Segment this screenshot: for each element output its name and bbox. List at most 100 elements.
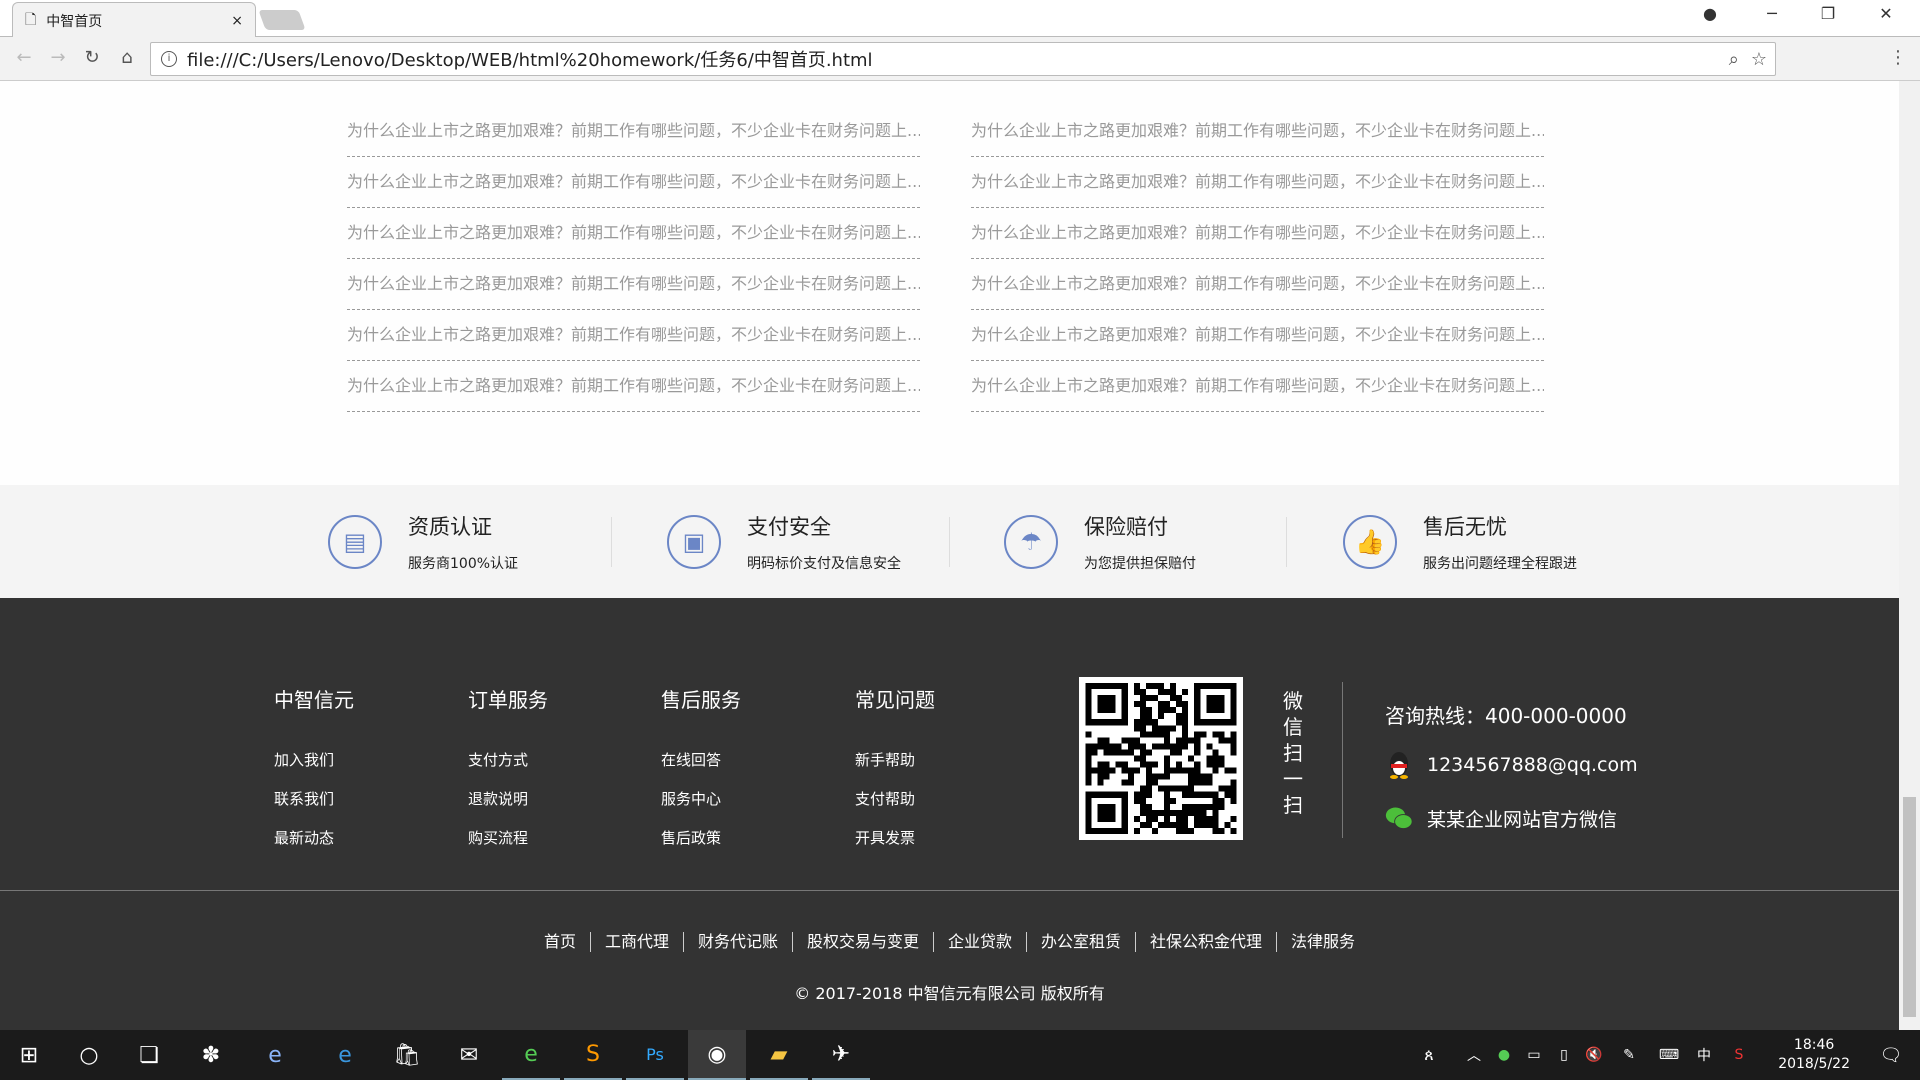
- wechat-contact[interactable]: 某某企业网站官方微信: [1385, 803, 1617, 833]
- task-view-icon[interactable]: ❏: [120, 1030, 178, 1080]
- close-tab-icon[interactable]: ×: [231, 13, 243, 29]
- browser-tab[interactable]: 🗋 中智首页 ×: [12, 2, 256, 38]
- tab-title: 中智首页: [46, 13, 103, 30]
- forward-button[interactable]: →: [46, 47, 70, 68]
- feature-title: 售后无忧: [1423, 514, 1507, 539]
- edge-icon[interactable]: e: [316, 1030, 374, 1080]
- footer-link[interactable]: 开具发票: [855, 827, 935, 866]
- profile-icon[interactable]: ●: [1690, 4, 1730, 23]
- footer-column: 订单服务支付方式 退款说明 购买流程: [468, 684, 548, 866]
- hotline: 咨询热线：400-000-0000: [1385, 704, 1627, 728]
- divider: [949, 517, 950, 567]
- app-icon[interactable]: ✽: [182, 1030, 240, 1080]
- article-link[interactable]: 为什么企业上市之路更加艰难？前期工作有哪些问题，不少企业卡在财务问题上...: [347, 106, 920, 157]
- file-explorer-icon[interactable]: ▰: [750, 1030, 808, 1080]
- article-link[interactable]: 为什么企业上市之路更加艰难？前期工作有哪些问题，不少企业卡在财务问题上...: [971, 208, 1544, 259]
- bottom-nav-link[interactable]: 股权交易与变更: [791, 932, 933, 952]
- bottom-nav-link[interactable]: 工商代理: [589, 932, 683, 952]
- article-link[interactable]: 为什么企业上市之路更加艰难？前期工作有哪些问题，不少企业卡在财务问题上...: [347, 310, 920, 361]
- article-link[interactable]: 为什么企业上市之路更加艰难？前期工作有哪些问题，不少企业卡在财务问题上...: [971, 157, 1544, 208]
- clock[interactable]: 18:46 2018/5/22: [1778, 1036, 1850, 1074]
- zoom-icon[interactable]: ⌕: [1729, 49, 1739, 70]
- divider: [1286, 517, 1287, 567]
- store-icon[interactable]: 🛍: [378, 1030, 436, 1080]
- address-bar[interactable]: i file:///C:/Users/Lenovo/Desktop/WEB/ht…: [150, 42, 1776, 76]
- bottom-nav-link[interactable]: 企业贷款: [933, 932, 1026, 952]
- mail-icon[interactable]: ✉: [440, 1030, 498, 1080]
- divider: [1342, 682, 1343, 838]
- footer-link[interactable]: 新手帮助: [855, 749, 935, 788]
- footer-link[interactable]: 退款说明: [468, 788, 548, 827]
- bottom-nav-link[interactable]: 社保公积金代理: [1135, 932, 1276, 952]
- windows-taskbar: ⊞ ○ ❏ ✽ e e 🛍 ✉ e S Ps ◉ ▰ ✈ ጰ ︿ ● ▭ ▯ 🔇…: [0, 1030, 1920, 1080]
- close-window-button[interactable]: ✕: [1866, 4, 1906, 23]
- reload-button[interactable]: ↻: [80, 47, 104, 68]
- home-button[interactable]: ⌂: [115, 47, 139, 68]
- sogou-icon[interactable]: S: [1710, 1030, 1768, 1080]
- info-icon[interactable]: i: [161, 51, 177, 67]
- article-link[interactable]: 为什么企业上市之路更加艰难？前期工作有哪些问题，不少企业卡在财务问题上...: [347, 157, 920, 208]
- menu-icon[interactable]: ⋮: [1886, 47, 1910, 68]
- article-link[interactable]: 为什么企业上市之路更加艰难？前期工作有哪些问题，不少企业卡在财务问题上...: [971, 310, 1544, 361]
- feature-subtitle: 为您提供担保赔付: [1084, 555, 1196, 572]
- bottom-nav-link[interactable]: 办公室租赁: [1026, 932, 1135, 952]
- feature-item: ☂ 保险赔付 为您提供担保赔付: [1004, 485, 1196, 598]
- footer-column: 中智信元 加入我们 联系我们 最新动态: [274, 684, 354, 866]
- footer-link[interactable]: 联系我们: [274, 788, 354, 827]
- certificate-icon: ▤: [328, 514, 382, 569]
- footer-column-title: 订单服务: [468, 688, 548, 712]
- footer-column: 售后服务在线回答 服务中心 售后政策: [661, 684, 741, 866]
- search-icon[interactable]: ○: [60, 1030, 118, 1080]
- sublime-icon[interactable]: S: [564, 1030, 622, 1080]
- chrome-icon[interactable]: ◉: [688, 1030, 746, 1080]
- footer-column-title: 售后服务: [661, 688, 741, 712]
- footer-link[interactable]: 服务中心: [661, 788, 741, 827]
- footer-link[interactable]: 支付方式: [468, 749, 548, 788]
- feature-item: ▣ 支付安全 明码标价支付及信息安全: [667, 485, 901, 598]
- wechat-label: 某某企业网站官方微信: [1427, 808, 1618, 831]
- bottom-nav-link[interactable]: 财务代记账: [682, 932, 792, 952]
- feature-subtitle: 明码标价支付及信息安全: [747, 555, 901, 572]
- app-icon[interactable]: ✈: [812, 1030, 870, 1080]
- article-link[interactable]: 为什么企业上市之路更加艰难？前期工作有哪些问题，不少企业卡在财务问题上...: [971, 106, 1544, 157]
- page-icon: 🗋: [25, 11, 37, 28]
- new-tab-button[interactable]: [258, 10, 306, 30]
- scrollbar[interactable]: [1899, 81, 1920, 1030]
- scan-text: 微信扫一扫: [1283, 689, 1303, 817]
- article-link[interactable]: 为什么企业上市之路更加艰难？前期工作有哪些问题，不少企业卡在财务问题上...: [971, 259, 1544, 310]
- start-icon[interactable]: ⊞: [0, 1030, 58, 1080]
- footer-link[interactable]: 在线回答: [661, 749, 741, 788]
- time: 18:46: [1793, 1037, 1835, 1053]
- wechat-qr-code: [1079, 677, 1243, 840]
- bottom-nav-link[interactable]: 法律服务: [1276, 932, 1369, 952]
- browser-360-icon[interactable]: e: [502, 1030, 560, 1080]
- date: 2018/5/22: [1778, 1056, 1850, 1072]
- wallet-icon: ▣: [667, 514, 721, 569]
- notification-icon[interactable]: 🗨: [1862, 1030, 1920, 1080]
- url-text: file:///C:/Users/Lenovo/Desktop/WEB/html…: [187, 50, 873, 71]
- divider: [611, 517, 612, 567]
- feature-subtitle: 服务商100%认证: [408, 555, 519, 572]
- back-button[interactable]: ←: [12, 47, 36, 68]
- features-band: ▤ 资质认证 服务商100%认证 ▣ 支付安全 明码标价支付及信息安全 ☂ 保险赔付…: [0, 485, 1899, 598]
- wechat-icon: [1385, 807, 1413, 829]
- footer-link[interactable]: 加入我们: [274, 749, 354, 788]
- article-link[interactable]: 为什么企业上市之路更加艰难？前期工作有哪些问题，不少企业卡在财务问题上...: [347, 259, 920, 310]
- bookmark-star-icon[interactable]: ☆: [1751, 49, 1767, 70]
- footer-link[interactable]: 售后政策: [661, 827, 741, 866]
- qq-email: 1234567888@qq.com: [1427, 754, 1638, 776]
- ie-icon[interactable]: e: [246, 1030, 304, 1080]
- footer-link[interactable]: 支付帮助: [855, 788, 935, 827]
- restore-button[interactable]: ❐: [1808, 4, 1848, 23]
- scrollbar-thumb[interactable]: [1903, 797, 1916, 1017]
- footer-link[interactable]: 最新动态: [274, 827, 354, 866]
- footer-link[interactable]: 购买流程: [468, 827, 548, 866]
- qq-contact[interactable]: 1234567888@qq.com: [1385, 750, 1638, 780]
- minimize-button[interactable]: ─: [1752, 4, 1792, 23]
- article-link[interactable]: 为什么企业上市之路更加艰难？前期工作有哪些问题，不少企业卡在财务问题上...: [347, 208, 920, 259]
- article-link[interactable]: 为什么企业上市之路更加艰难？前期工作有哪些问题，不少企业卡在财务问题上...: [971, 361, 1544, 412]
- photoshop-icon[interactable]: Ps: [626, 1030, 684, 1080]
- feature-subtitle: 服务出问题经理全程跟进: [1423, 555, 1577, 572]
- bottom-nav-link[interactable]: 首页: [530, 932, 590, 952]
- article-link[interactable]: 为什么企业上市之路更加艰难？前期工作有哪些问题，不少企业卡在财务问题上...: [347, 361, 920, 412]
